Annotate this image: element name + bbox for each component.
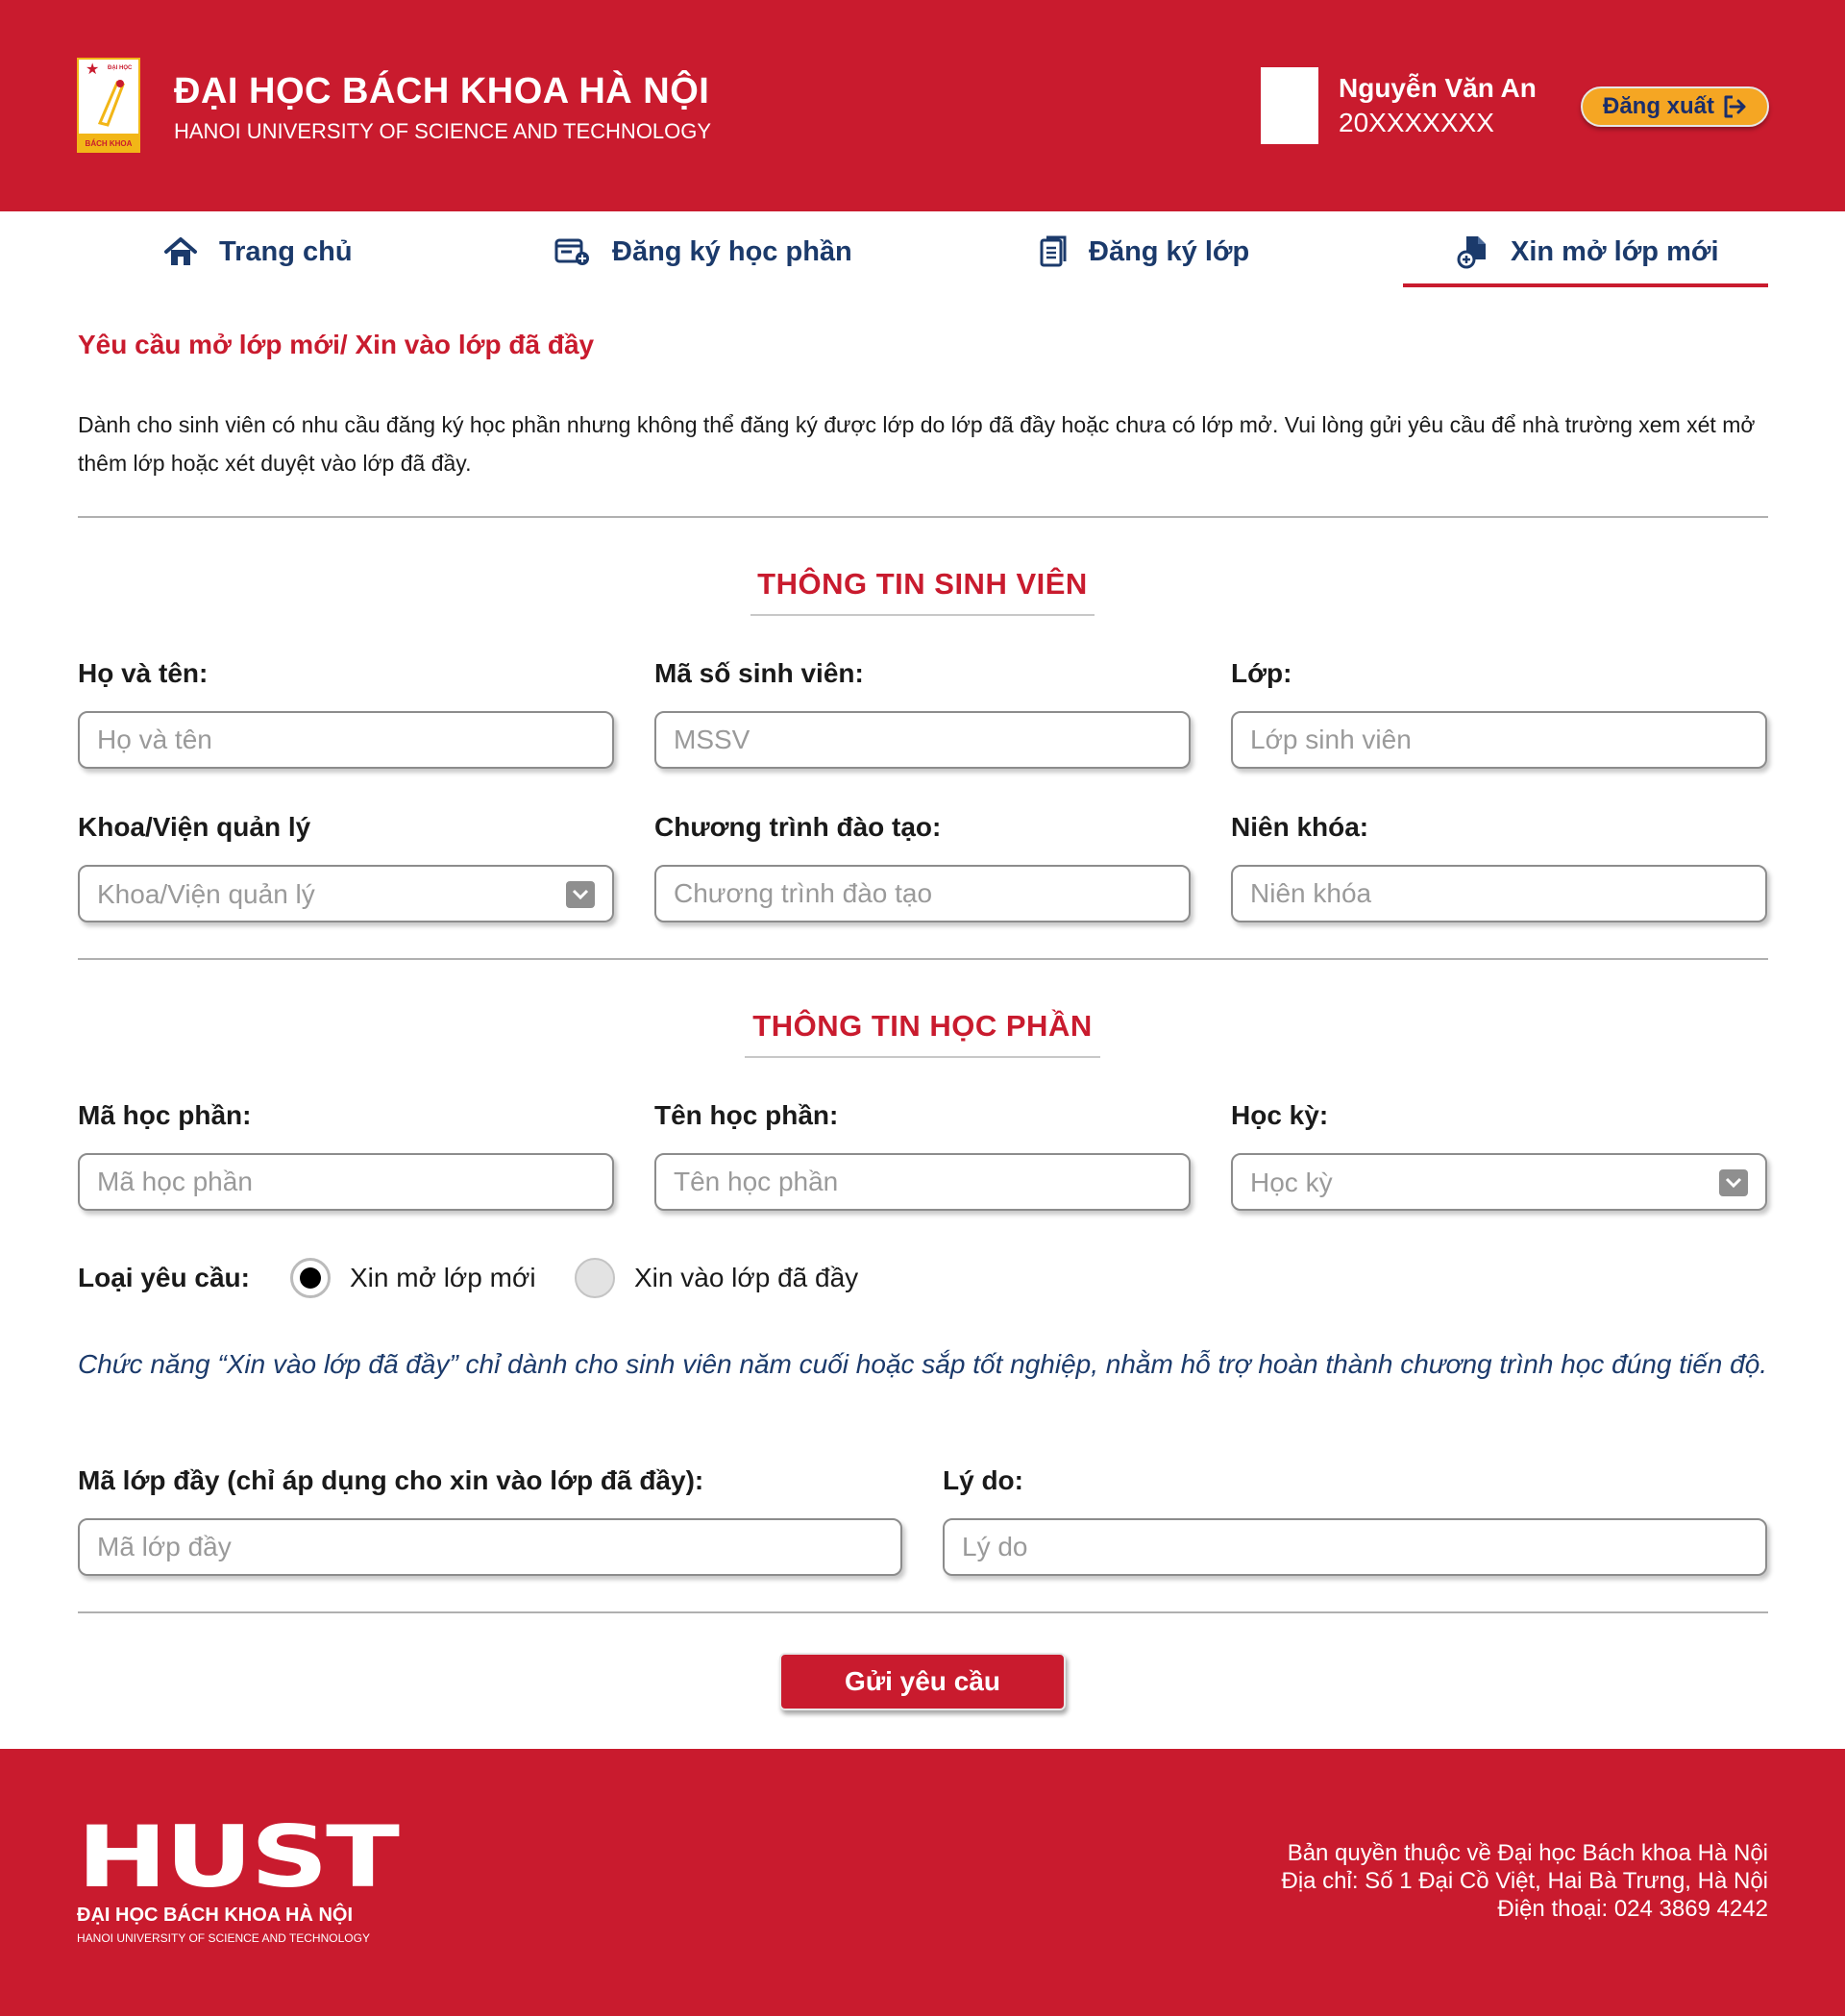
nav-course-register-label: Đăng ký học phần (612, 235, 852, 267)
full-name-label: Họ và tên: (78, 658, 209, 688)
home-icon (164, 237, 197, 265)
university-title: ĐẠI HỌC BÁCH KHOA HÀ NỘI (174, 71, 710, 111)
course-name-label: Tên học phần: (654, 1100, 839, 1130)
tab-new-class[interactable]: Xin mở lớp mới (1457, 229, 1719, 275)
logout-icon (1724, 95, 1746, 118)
footer-contact: Bản quyền thuộc về Đại học Bách khoa Hà … (1281, 1839, 1768, 1923)
semester-select-value: Học kỳ (1250, 1168, 1333, 1197)
full-name-input[interactable] (78, 711, 614, 769)
reason-input[interactable] (943, 1518, 1767, 1576)
divider (78, 1611, 1768, 1613)
program-label: Chương trình đào tạo: (654, 812, 942, 842)
university-logo: ★ ĐẠI HỌC BÁCH KHOA (77, 58, 140, 153)
nav-class-register[interactable]: Đăng ký lớp (1039, 229, 1249, 275)
page-title: Yêu cầu mở lớp mới/ Xin vào lớp đã đầy (78, 330, 595, 359)
register-card-icon (554, 238, 589, 265)
semester-label: Học kỳ: (1231, 1100, 1329, 1130)
hust-logo: HUST (77, 1807, 400, 1906)
program-input[interactable] (654, 865, 1191, 922)
student-id-input[interactable] (654, 711, 1191, 769)
chevron-down-icon (1719, 1169, 1748, 1196)
reason-label: Lý do: (943, 1465, 1023, 1495)
course-name-input[interactable] (654, 1153, 1191, 1211)
radio-new-class-label[interactable]: Xin mở lớp mới (350, 1263, 536, 1293)
divider (78, 516, 1768, 518)
footer-copyright: Bản quyền thuộc về Đại học Bách khoa Hà … (1287, 1840, 1768, 1866)
nav-class-register-label: Đăng ký lớp (1089, 235, 1250, 267)
user-id: 20XXXXXXX (1339, 108, 1494, 137)
footer-university-subname: HANOI UNIVERSITY OF SCIENCE AND TECHNOLO… (77, 1931, 370, 1945)
footer-address: Địa chỉ: Số 1 Đại Cồ Việt, Hai Bà Trưng,… (1281, 1868, 1768, 1894)
student-section-title: THÔNG TIN SINH VIÊN (757, 567, 1088, 601)
nav-home-label: Trang chủ (219, 235, 353, 267)
nav-home[interactable]: Trang chủ (163, 229, 353, 275)
radio-full-class[interactable] (575, 1258, 615, 1298)
semester-select[interactable]: Học kỳ (1231, 1153, 1767, 1211)
student-id-label: Mã số sinh viên: (654, 658, 864, 688)
full-class-note: Chức năng “Xin vào lớp đã đầy” chỉ dành … (78, 1349, 1768, 1379)
class-label: Lớp: (1231, 658, 1292, 688)
radio-new-class[interactable] (290, 1258, 331, 1298)
intro-text: Dành cho sinh viên có nhu cầu đăng ký họ… (78, 412, 1756, 476)
logo-bottom-text: BÁCH KHOA (85, 139, 133, 148)
faculty-select-value: Khoa/Viện quản lý (97, 879, 315, 909)
header: ★ ĐẠI HỌC BÁCH KHOA ĐẠI HỌC BÁCH KHOA HÀ… (0, 0, 1845, 211)
nav-course-register[interactable]: Đăng ký học phần (554, 229, 852, 275)
document-list-icon (1040, 235, 1067, 267)
chevron-down-icon (566, 881, 595, 908)
tab-new-class-label: Xin mở lớp mới (1511, 235, 1719, 267)
radio-full-class-label[interactable]: Xin vào lớp đã đầy (634, 1263, 858, 1293)
avatar[interactable] (1261, 67, 1318, 144)
university-subtitle: HANOI UNIVERSITY OF SCIENCE AND TECHNOLO… (174, 119, 712, 143)
user-name: Nguyễn Văn An (1339, 73, 1537, 103)
logout-label: Đăng xuất (1602, 93, 1714, 119)
full-class-code-label: Mã lớp đầy (chỉ áp dụng cho xin vào lớp … (78, 1465, 704, 1495)
file-plus-icon (1457, 236, 1486, 269)
class-input[interactable] (1231, 711, 1767, 769)
section-underline (750, 614, 1095, 616)
course-code-input[interactable] (78, 1153, 614, 1211)
cohort-input[interactable] (1231, 865, 1767, 922)
footer-university-name: ĐẠI HỌC BÁCH KHOA HÀ NỘI (77, 1905, 354, 1926)
section-underline (745, 1056, 1100, 1058)
torch-icon (97, 80, 125, 127)
cohort-label: Niên khóa: (1231, 812, 1369, 842)
full-class-code-input[interactable] (78, 1518, 902, 1576)
course-code-label: Mã học phần: (78, 1100, 252, 1130)
course-section-title: THÔNG TIN HỌC PHẦN (752, 1009, 1093, 1043)
submit-button[interactable]: Gửi yêu cầu (779, 1653, 1066, 1710)
active-tab-indicator (1403, 283, 1768, 287)
footer-phone: Điện thoại: 024 3869 4242 (1497, 1896, 1768, 1922)
faculty-label: Khoa/Viện quản lý (78, 812, 311, 842)
faculty-select[interactable]: Khoa/Viện quản lý (78, 865, 614, 922)
footer: HUST ĐẠI HỌC BÁCH KHOA HÀ NỘI HANOI UNIV… (0, 1749, 1845, 2016)
star-icon: ★ (86, 61, 100, 78)
request-type-label: Loại yêu cầu: (78, 1263, 250, 1292)
divider (78, 958, 1768, 960)
logo-top-text: ĐẠI HỌC (108, 65, 133, 71)
logout-button[interactable]: Đăng xuất (1581, 86, 1769, 127)
